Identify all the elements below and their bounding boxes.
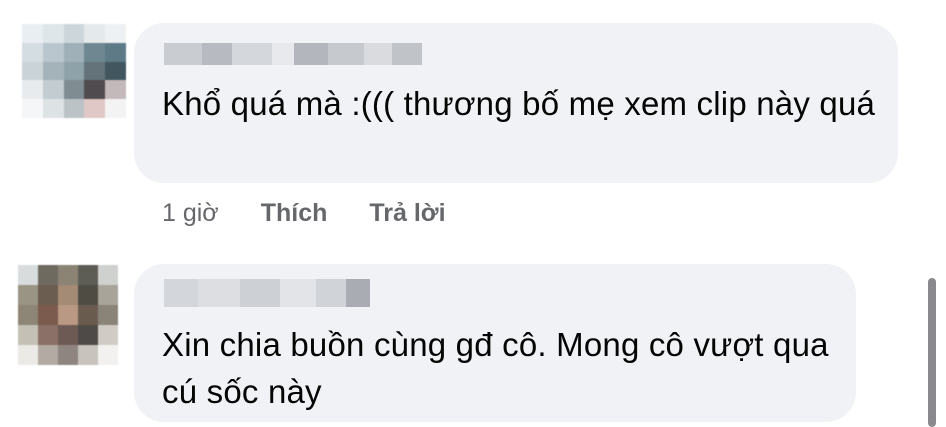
scrollbar[interactable] xyxy=(928,278,936,427)
comment-text: Xin chia buồn cùng gđ cô. Mong cô vượt q… xyxy=(162,326,829,410)
comment-2: Xin chia buồn cùng gđ cô. Mong cô vượt q… xyxy=(0,245,946,427)
avatar[interactable] xyxy=(22,24,126,118)
author-name-blurred[interactable] xyxy=(164,279,370,307)
author-name-blurred[interactable] xyxy=(164,43,422,65)
comment-timestamp[interactable]: 1 giờ xyxy=(162,199,219,228)
reply-button[interactable]: Trả lời xyxy=(369,199,445,228)
like-button[interactable]: Thích xyxy=(261,199,328,228)
comment-1: Khổ quá mà :((( thương bố mẹ xem clip nà… xyxy=(0,0,946,245)
comment-text: Khổ quá mà :((( thương bố mẹ xem clip nà… xyxy=(162,85,876,122)
comment-actions: 1 giờ Thích Trả lời xyxy=(162,196,488,230)
avatar[interactable] xyxy=(18,265,118,365)
